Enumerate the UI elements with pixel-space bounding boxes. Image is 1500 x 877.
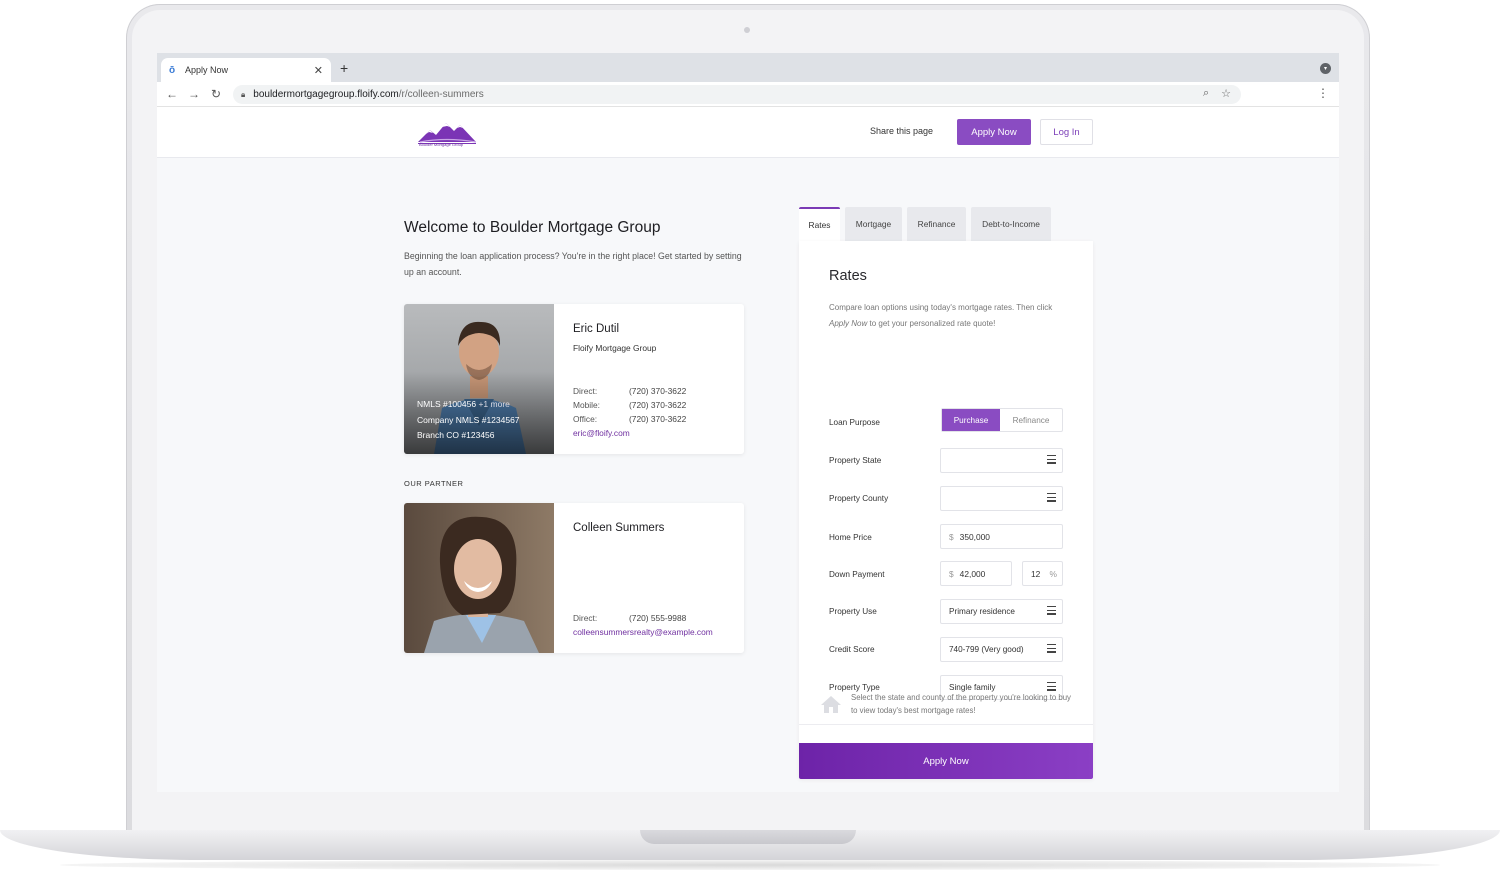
partner-section-label: OUR PARTNER [404,479,464,488]
profile-icon[interactable]: ▾ [1320,63,1331,74]
loan-officer-email-link[interactable]: eric@floify.com [573,426,630,440]
menu-lines-icon [1047,493,1056,502]
tab-rates[interactable]: Rates [799,207,840,241]
down-payment-percent-input[interactable]: 12% [1022,561,1063,586]
property-county-select[interactable] [940,486,1063,511]
direct-label: Direct: [573,386,598,396]
loan-officer-photo: NMLS #100456 +1 more Company NMLS #12345… [404,304,554,454]
menu-lines-icon [1047,682,1056,691]
new-tab-button[interactable]: + [340,60,348,76]
down-payment-amount-input[interactable]: $42,000 [940,561,1012,586]
partner-email-link[interactable]: colleensummersrealty@example.com [573,625,713,639]
floify-favicon-icon: ō [169,64,176,76]
camera [744,27,750,33]
apply-now-emphasis: Apply Now [829,318,868,328]
partner-name: Colleen Summers [573,522,665,534]
browser-tab[interactable]: ō Apply Now ✕ [161,58,331,82]
property-county-label: Property County [829,494,889,503]
widget-title: Rates [829,268,867,284]
refinance-option[interactable]: Refinance [1000,409,1062,431]
mobile-label: Mobile: [573,400,600,410]
partner-photo [404,503,554,653]
menu-lines-icon [1047,455,1056,464]
home-price-label: Home Price [829,533,872,542]
logo-text: Boulder Mortgage Group [419,142,464,147]
property-state-select[interactable] [940,448,1063,473]
bookmark-star-icon[interactable]: ☆ [1221,87,1231,100]
widget-description: Compare loan options using today's mortg… [829,303,1053,328]
company-nmls: Company NMLS #1234567 [417,414,520,425]
browser-menu-icon[interactable]: ⋮ [1317,86,1329,100]
home-icon [821,696,841,713]
laptop-shadow [60,860,1440,870]
direct-phone[interactable]: (720) 370-3622 [629,384,686,398]
mobile-phone[interactable]: (720) 370-3622 [629,398,686,412]
loan-officer-contact: Direct: (720) 370-3622 Mobile: (720) 370-3… [573,384,686,440]
tab-title: Apply Now [185,65,229,75]
property-state-label: Property State [829,456,882,465]
tab-debt-to-income[interactable]: Debt-to-Income [971,207,1051,241]
laptop-base-notch [640,830,856,844]
menu-lines-icon [1047,644,1056,653]
partner-direct-phone[interactable]: (720) 555-9988 [629,611,686,625]
credit-score-label: Credit Score [829,645,875,654]
loan-purpose-toggle: Purchase Refinance [941,408,1063,432]
menu-lines-icon [1047,606,1056,615]
zoom-icon[interactable]: ⌕ [1203,87,1209,100]
loan-officer-name: Eric Dutil [573,323,620,335]
close-icon[interactable]: ✕ [314,64,323,77]
browser-tabstrip: ō Apply Now ✕ + ▾ [157,53,1339,82]
calculator-tabs: Rates Mortgage Refinance Debt-to-Income [799,207,1051,241]
nmls-number: NMLS #100456 [417,399,477,409]
url-host: bouldermortgagegroup.floify.com [253,89,399,100]
header-apply-now-button[interactable]: Apply Now [957,119,1031,145]
tab-mortgage[interactable]: Mortgage [845,207,902,241]
currency-symbol: $ [949,531,954,542]
lock-icon: 🔒︎ [241,89,246,99]
reload-icon[interactable]: ↻ [205,87,227,101]
loan-officer-org: Floify Mortgage Group [573,343,657,353]
widget-divider [799,724,1093,725]
office-phone[interactable]: (720) 370-3622 [629,412,686,426]
address-bar[interactable]: 🔒︎ bouldermortgagegroup.floify.com/r/col… [233,85,1241,104]
rates-footer-note: Select the state and county of the prope… [851,693,1071,715]
percent-symbol: % [1049,568,1057,579]
back-arrow-icon[interactable]: ← [161,87,183,101]
currency-symbol: $ [949,568,954,579]
property-use-label: Property Use [829,607,877,616]
widget-apply-now-button[interactable]: Apply Now [799,743,1093,779]
partner-contact: Direct: (720) 555-9988 colleensummersreal… [573,611,713,639]
page-title: Welcome to Boulder Mortgage Group [404,219,661,236]
partner-direct-label: Direct: [573,613,598,623]
screen: ō Apply Now ✕ + ▾ ← → ↻ 🔒︎ bouldermortga… [157,53,1339,792]
browser-toolbar: ← → ↻ 🔒︎ bouldermortgagegroup.floify.com… [157,82,1339,107]
partner-card: Colleen Summers Direct: (720) 555-9988 co… [404,503,744,653]
forward-arrow-icon[interactable]: → [183,87,205,101]
site-header: Boulder Mortgage Group Share this page A… [157,107,1339,158]
credit-score-select[interactable]: 740-799 (Very good) [940,637,1063,662]
header-login-button[interactable]: Log In [1040,119,1093,145]
purchase-option[interactable]: Purchase [942,409,1000,431]
loan-officer-card: NMLS #100456 +1 more Company NMLS #12345… [404,304,744,454]
url-path: /r/colleen-summers [398,89,484,100]
home-price-input[interactable]: $350,000 [940,524,1063,549]
branch-number: Branch CO #123456 [417,430,495,440]
down-payment-label: Down Payment [829,570,885,579]
property-use-select[interactable]: Primary residence [940,599,1063,624]
nmls-more-link[interactable]: +1 more [478,399,509,409]
office-label: Office: [573,414,598,424]
welcome-text: Beginning the loan application process? … [404,251,742,277]
share-page-link[interactable]: Share this page [870,126,933,136]
loan-purpose-label: Loan Purpose [829,418,880,427]
tab-refinance[interactable]: Refinance [907,207,966,241]
